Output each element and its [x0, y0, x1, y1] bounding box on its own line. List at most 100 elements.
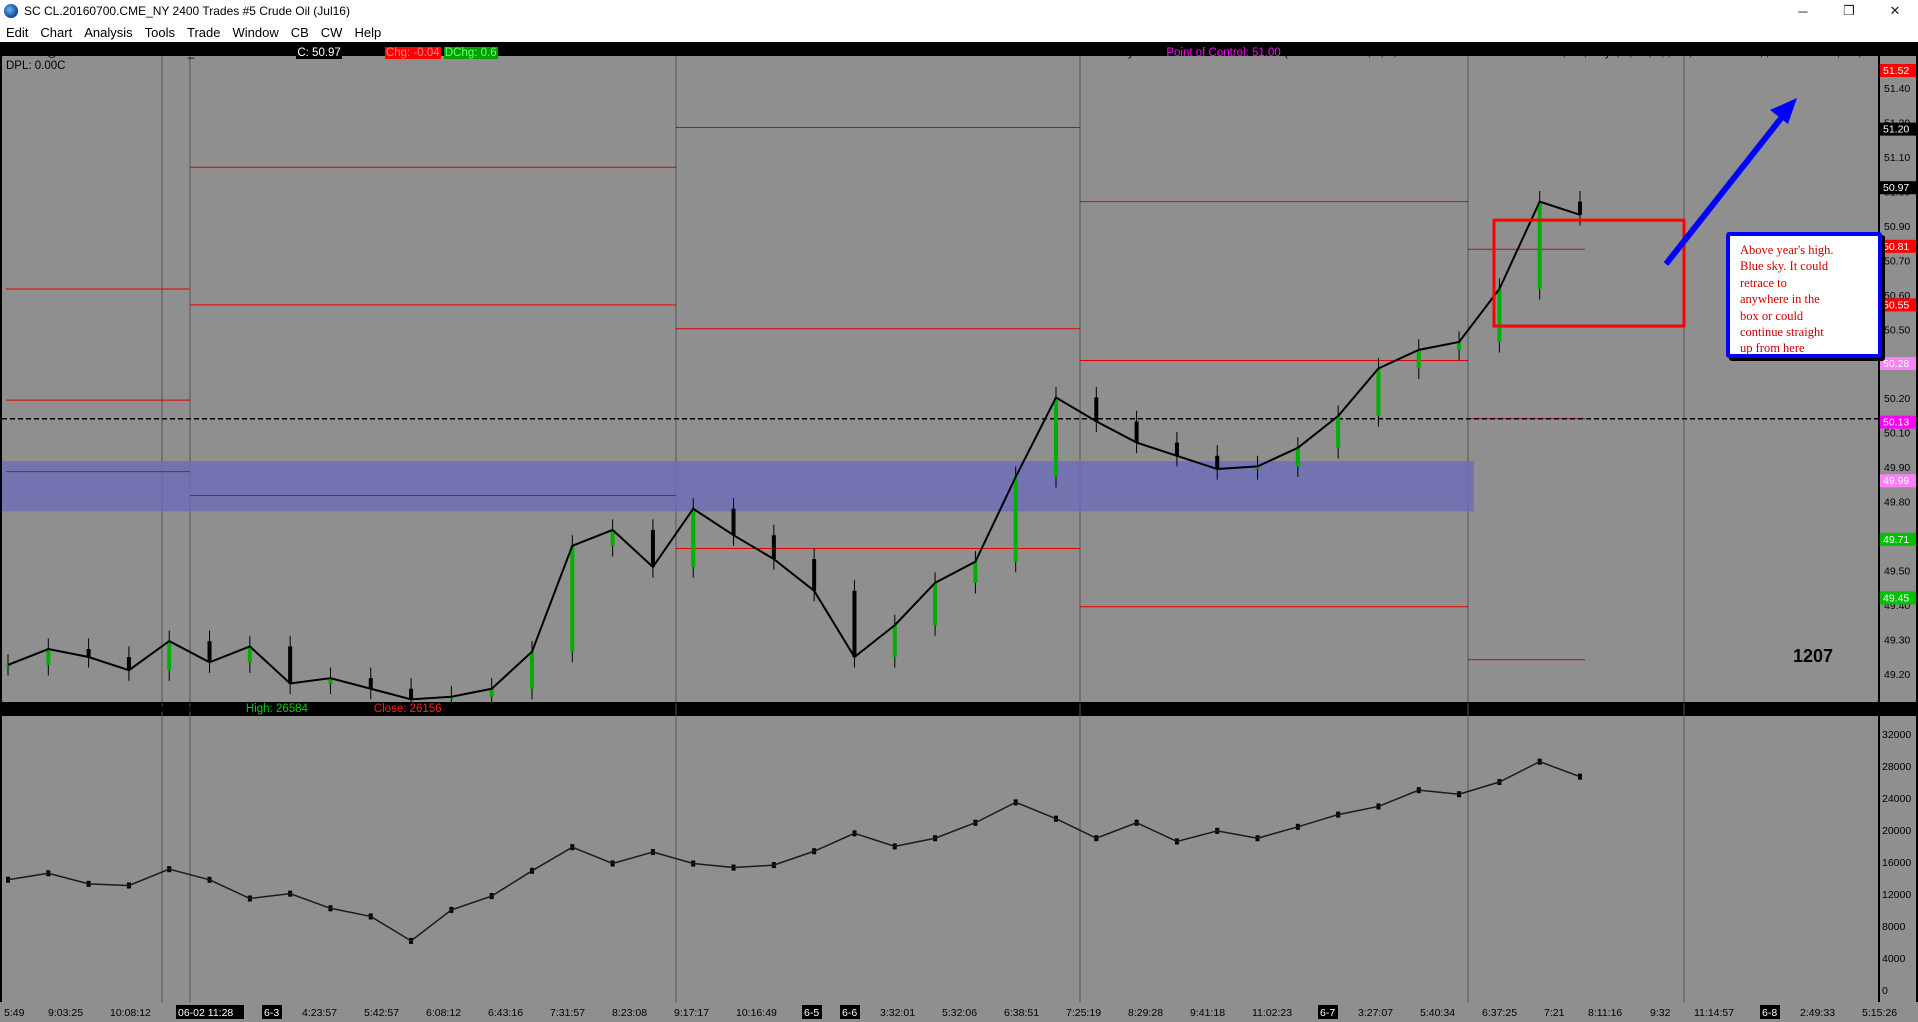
- candle-body: [1174, 442, 1179, 456]
- time-axis-label: 11:02:23: [1252, 1007, 1292, 1019]
- price-tag-label: 51.52: [1883, 65, 1909, 77]
- candle-body: [1215, 455, 1220, 470]
- delta-axis-label: 4000: [1882, 953, 1906, 965]
- candle-body: [973, 561, 978, 583]
- candle-body: [892, 625, 897, 657]
- delta-axis-label: 12000: [1882, 889, 1911, 901]
- time-axis-label: 2:49:33: [1800, 1007, 1835, 1019]
- annotation-line: up from here: [1740, 341, 1805, 356]
- info-params: (Volume Profiles, 0, 1, From Session Sta…: [1283, 47, 1862, 59]
- delta-study-title: Cumulative Delta Bars - Volume: [10, 703, 173, 715]
- info-t: T: 1193: [344, 47, 382, 59]
- trade-count-label: 1207: [1793, 646, 1834, 666]
- chart-area[interactable]: 51.4051.3051.1051.0050.9050.7050.6050.50…: [0, 42, 1918, 1022]
- info-dv: DV: 107841: [1015, 47, 1076, 59]
- delta-open: Open: 26285: [176, 703, 243, 715]
- time-axis-label: 5:40:34: [1420, 1007, 1455, 1019]
- price-axis-label: 50.70: [1884, 255, 1910, 267]
- candle-body: [1376, 368, 1381, 417]
- annotation-line: Blue sky. It could: [1740, 259, 1829, 274]
- candle-body: [1416, 349, 1421, 369]
- info-bv: BV: 906: [929, 47, 970, 59]
- candle-body: [570, 545, 575, 652]
- candle-body: [1497, 288, 1502, 342]
- time-axis-label: 3:32:01: [880, 1007, 915, 1019]
- window-controls: ─ ❐ ✕: [1780, 0, 1918, 22]
- price-axis-label: 50.90: [1884, 221, 1910, 233]
- maximize-button[interactable]: ❐: [1826, 0, 1872, 22]
- candle-body: [409, 688, 414, 700]
- candle-body: [1094, 397, 1099, 422]
- delta-axis-label: 28000: [1882, 761, 1911, 773]
- time-axis-label: 7:25:19: [1066, 1007, 1101, 1019]
- price-tag-label: 49.45: [1883, 592, 1909, 604]
- time-axis-label: 6-6: [842, 1007, 857, 1019]
- price-tag-label: 50.28: [1883, 358, 1909, 370]
- info-ask: A: 50.97: [837, 47, 881, 59]
- candle-body: [731, 508, 736, 536]
- time-axis-label: 3:27:07: [1358, 1007, 1393, 1019]
- time-axis-label: 6:38:51: [1004, 1007, 1039, 1019]
- time-axis-label: 6-8: [1762, 1007, 1777, 1019]
- info-dchg: DChg: 0.6: [443, 47, 498, 59]
- info-rt: RT:1207: [883, 47, 927, 59]
- candle-body: [1013, 476, 1018, 562]
- minimize-button[interactable]: ─: [1780, 0, 1826, 22]
- info-dpl: DPL: 0.00C: [6, 60, 66, 72]
- info-bid: B: 50.96: [792, 47, 835, 59]
- menu-chart[interactable]: Chart: [34, 25, 78, 40]
- candle-body: [530, 651, 534, 689]
- title-bar: SC CL.20160700.CME_NY 2400 Trades #5 Cru…: [0, 0, 1918, 22]
- menu-help[interactable]: Help: [348, 25, 387, 40]
- price-tag-label: 49.99: [1883, 475, 1909, 487]
- time-axis-label: 6-5: [804, 1007, 819, 1019]
- menu-cb[interactable]: CB: [285, 25, 315, 40]
- info-av: AV: 777: [972, 47, 1013, 59]
- time-axis-label: 8:29:28: [1128, 1007, 1163, 1019]
- candle-body: [771, 535, 776, 560]
- time-axis-label: 5:49: [4, 1007, 25, 1019]
- price-axis-label: 51.10: [1884, 152, 1910, 164]
- delta-high: High: 26584: [245, 703, 308, 715]
- info-chg: Chg: -0.04: [384, 47, 441, 59]
- time-axis-label: 7:21: [1544, 1007, 1565, 1019]
- time-axis-label: 6:43:16: [488, 1007, 523, 1019]
- delta-low: Low: 26024: [311, 703, 371, 715]
- info-close: C: 50.97: [296, 47, 342, 59]
- candle-body: [207, 641, 212, 663]
- price-tag-label: 51.20: [1883, 124, 1909, 136]
- menu-cw[interactable]: CW: [315, 25, 349, 40]
- menu-edit[interactable]: Edit: [0, 25, 34, 40]
- delta-axis-label: 32000: [1882, 729, 1911, 741]
- menu-tools[interactable]: Tools: [139, 25, 181, 40]
- delta-close: Close: 26156: [373, 703, 442, 715]
- close-button[interactable]: ✕: [1872, 0, 1918, 22]
- price-axis-label: 49.80: [1884, 497, 1910, 509]
- candle-body: [691, 508, 696, 567]
- time-axis-label: 4:23:57: [302, 1007, 337, 1019]
- price-and-delta-chart[interactable]: 51.4051.3051.1051.0050.9050.7050.6050.50…: [0, 42, 1918, 1022]
- delta-axis-label: 16000: [1882, 857, 1911, 869]
- annotation-callout[interactable]: Above year's high. Blue sky. It could re…: [1726, 232, 1882, 358]
- info-high: H: 51.03: [610, 47, 655, 59]
- candle-body: [650, 529, 655, 567]
- chart-info-bar: Trade: 1@51.20 CL.20160700.CME_NY 2400 T…: [4, 46, 1884, 60]
- price-axis-label: 49.30: [1884, 635, 1910, 647]
- candle-body: [368, 678, 373, 689]
- annotation-line: Above year's high.: [1740, 243, 1834, 257]
- value-area-band: [2, 461, 1474, 512]
- menu-trade[interactable]: Trade: [181, 25, 226, 40]
- price-tag-label: 50.55: [1883, 299, 1909, 311]
- time-axis-label: 11:14:57: [1694, 1007, 1734, 1019]
- candle-body: [46, 649, 51, 665]
- menu-window[interactable]: Window: [226, 25, 284, 40]
- time-axis-label: 9:03:25: [48, 1007, 83, 1019]
- info-study: Volume By Price: [1078, 47, 1164, 59]
- menu-analysis[interactable]: Analysis: [78, 25, 138, 40]
- time-axis-label: 9:41:18: [1190, 1007, 1225, 1019]
- time-axis-label: 8:11:16: [1588, 1007, 1622, 1019]
- price-axis-label: 49.20: [1884, 669, 1910, 681]
- time-axis-label: 5:15:26: [1862, 1007, 1897, 1019]
- candle-body: [1295, 447, 1300, 467]
- candle-body: [852, 590, 857, 657]
